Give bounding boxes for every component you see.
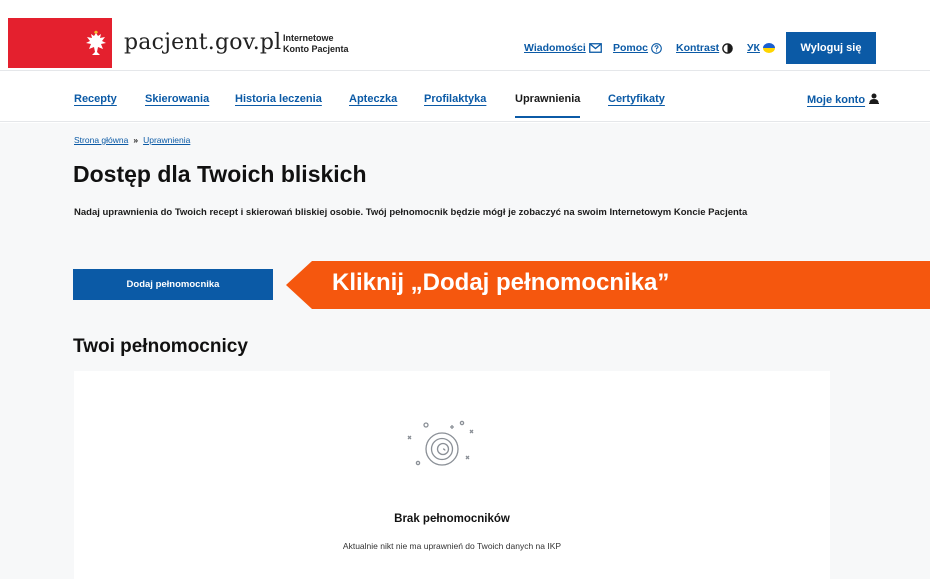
empty-state-description: Aktualnie nikt nie ma uprawnień do Twoic…: [342, 541, 562, 551]
polish-eagle-emblem-icon: [86, 30, 106, 55]
language-label: УК: [747, 42, 760, 54]
nav-item-label: Skierowania: [145, 93, 210, 105]
site-subtitle-line2: Konto Pacjenta: [283, 44, 349, 54]
breadcrumb-separator: »: [133, 135, 139, 145]
site-subtitle: Internetowe Konto Pacjenta: [283, 33, 349, 55]
nav-item-recepty[interactable]: Recepty: [74, 93, 117, 105]
user-icon: [869, 93, 880, 107]
page-description: Nadaj uprawnienia do Twoich recept i ski…: [74, 207, 748, 218]
proxies-empty-card: Brak pełnomocników Aktualnie nikt nie ma…: [74, 371, 830, 579]
contrast-label: Kontrast: [676, 42, 720, 54]
help-link[interactable]: Pomoc: [613, 42, 662, 54]
messages-label: Wiadomości: [524, 42, 586, 54]
nav-item-certyfikaty[interactable]: Certyfikaty: [608, 93, 665, 105]
emblem-block: [8, 18, 112, 68]
language-switch[interactable]: УК: [747, 42, 775, 54]
nav-item-label: Profilaktyka: [424, 93, 487, 105]
nav-item-profilaktyka[interactable]: Profilaktyka: [424, 93, 486, 105]
contrast-toggle[interactable]: Kontrast: [676, 42, 733, 54]
half-circle-contrast-icon: [722, 42, 733, 54]
ukraine-flag-icon: [762, 43, 775, 53]
logout-button[interactable]: Wyloguj się: [786, 32, 876, 64]
help-label: Pomoc: [613, 42, 649, 54]
site-logo-link[interactable]: pacjent.gov.pl: [124, 30, 281, 55]
my-account-link[interactable]: Moje konto: [807, 93, 880, 107]
nav-item-label: Apteczka: [349, 93, 398, 105]
add-proxy-button[interactable]: Dodaj pełnomocnika: [73, 269, 273, 300]
breadcrumb-current-link[interactable]: Uprawnienia: [143, 135, 190, 145]
nav-item-label: Historia leczenia: [235, 93, 322, 105]
messages-link[interactable]: Wiadomości: [524, 42, 602, 54]
envelope-icon: [588, 43, 602, 53]
nav-item-label: Uprawnienia: [515, 93, 581, 105]
top-header: pacjent.gov.pl Internetowe Konto Pacjent…: [0, 18, 930, 68]
nav-item-label: Recepty: [74, 93, 117, 105]
spiral-empty-icon: [407, 420, 474, 466]
breadcrumb: Strona główna » Uprawnienia: [74, 135, 190, 145]
instruction-callout: Kliknij „Dodaj pełnomocnika”: [286, 261, 930, 309]
empty-state-title: Brak pełnomocników: [394, 513, 510, 525]
section-title: Twoi pełnomocnicy: [73, 336, 248, 357]
my-account-label: Moje konto: [807, 94, 866, 106]
breadcrumb-home-link[interactable]: Strona główna: [74, 135, 128, 145]
main-nav: Recepty Skierowania Historia leczenia Ap…: [0, 70, 930, 122]
site-subtitle-line1: Internetowe: [283, 33, 334, 43]
nav-item-historia-leczenia[interactable]: Historia leczenia: [235, 93, 322, 105]
page-title: Dostęp dla Twoich bliskich: [73, 161, 367, 187]
question-circle-icon: [651, 42, 662, 54]
nav-item-skierowania[interactable]: Skierowania: [145, 93, 209, 105]
callout-text: Kliknij „Dodaj pełnomocnika”: [332, 269, 670, 296]
nav-item-label: Certyfikaty: [608, 93, 665, 105]
nav-item-uprawnienia[interactable]: Uprawnienia: [515, 93, 581, 118]
main-content: Strona główna » Uprawnienia Dostęp dla T…: [0, 123, 930, 579]
nav-item-apteczka[interactable]: Apteczka: [349, 93, 397, 105]
